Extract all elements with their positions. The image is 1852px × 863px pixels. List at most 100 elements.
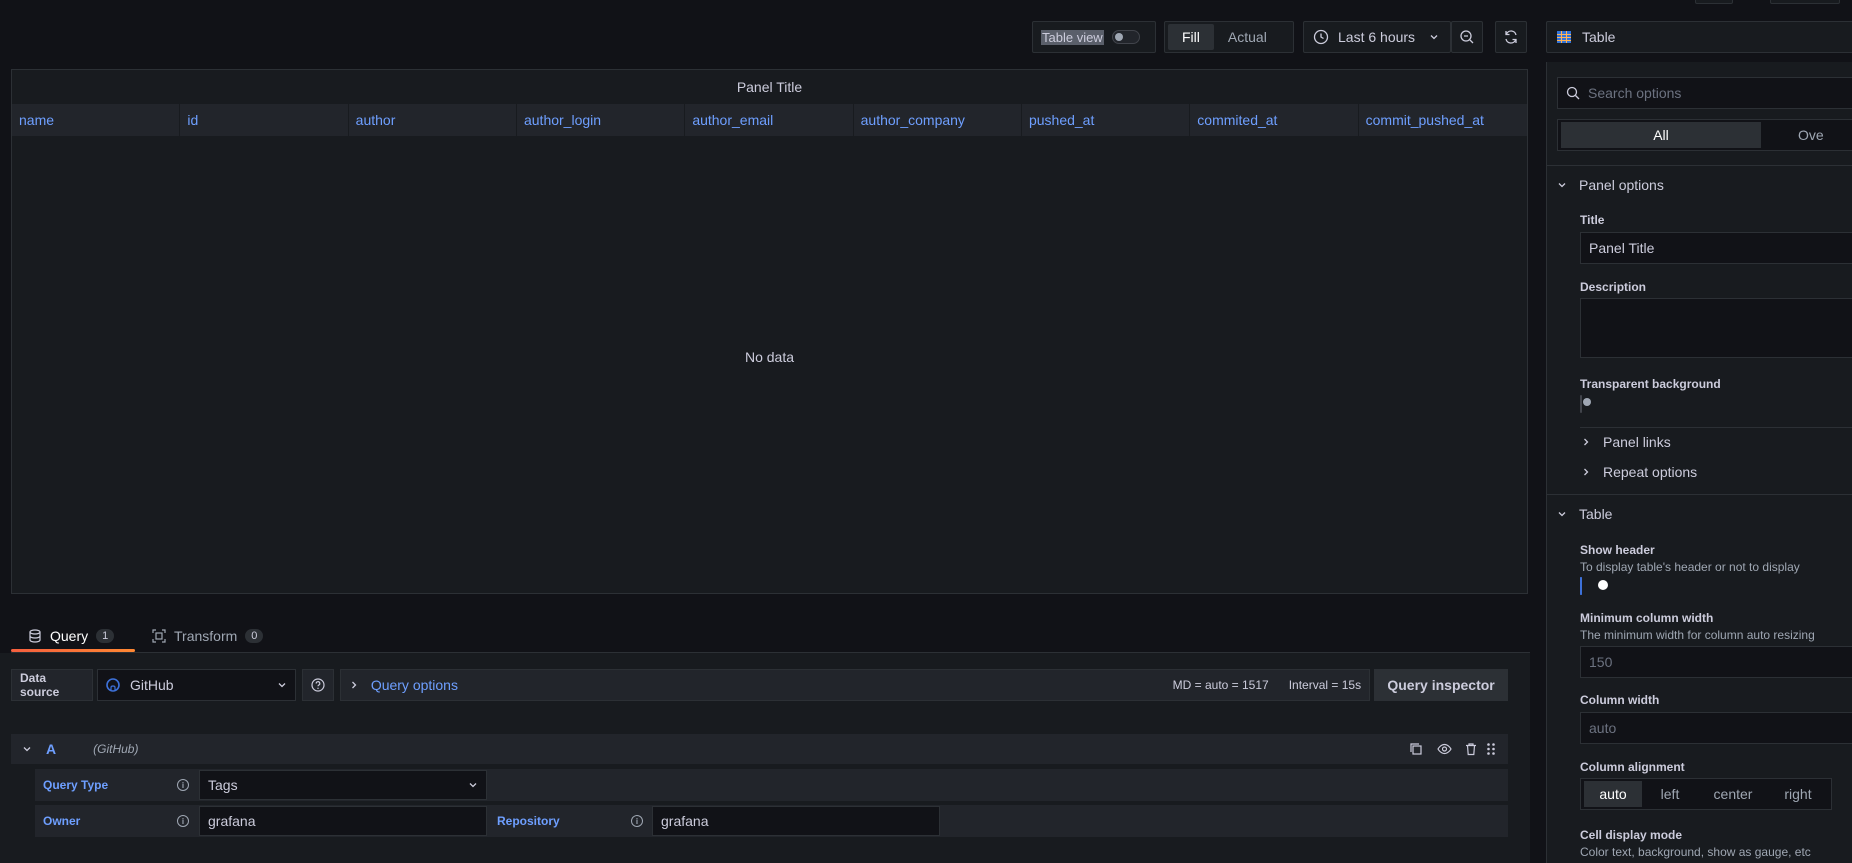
repository-value: grafana [661, 813, 709, 829]
column-header-author[interactable]: author [349, 104, 517, 136]
info-icon: i [631, 815, 643, 827]
data-source-picker[interactable]: GitHub [96, 669, 296, 701]
table-view-label: Table view [1041, 29, 1104, 45]
chevron-right-icon [1584, 438, 1589, 446]
title-value: Panel Title [1589, 240, 1655, 256]
table-viz-icon [1557, 31, 1571, 43]
column-header-pushed-at[interactable]: pushed_at [1022, 104, 1191, 136]
time-range-picker[interactable]: Last 6 hours [1303, 21, 1451, 53]
chevron-down-icon [469, 783, 477, 788]
owner-label: Owner [43, 814, 81, 828]
column-width-placeholder: auto [1589, 720, 1617, 736]
database-icon [29, 629, 41, 643]
min-column-width-description: The minimum width for column auto resizi… [1580, 628, 1815, 642]
data-source-value: GitHub [129, 677, 174, 693]
delete-query-icon[interactable] [1464, 742, 1478, 756]
collapse-chevron-icon[interactable] [22, 744, 32, 754]
align-option-right[interactable]: right [1768, 786, 1828, 802]
query-type-label: Query Type [43, 778, 109, 792]
transparent-background-toggle[interactable] [1580, 395, 1591, 413]
top-partial-button-2[interactable] [1770, 0, 1840, 4]
hide-query-eye-icon[interactable] [1437, 742, 1452, 756]
tab-query[interactable]: Query 1 [11, 622, 135, 650]
refresh-button[interactable] [1495, 21, 1527, 53]
column-header-author-email[interactable]: author_email [685, 104, 854, 136]
zoom-out-icon [1460, 30, 1474, 44]
section-divider [1547, 494, 1852, 495]
chevron-down-icon [278, 683, 286, 688]
duplicate-query-icon[interactable] [1409, 742, 1423, 756]
panel-links-header[interactable]: Panel links [1581, 429, 1671, 455]
no-data-message: No data [744, 349, 795, 365]
repository-input[interactable]: grafana [652, 806, 940, 836]
actual-button[interactable]: Actual [1214, 24, 1281, 50]
column-header-commited-at[interactable]: commited_at [1190, 104, 1359, 136]
info-icon: i [177, 779, 189, 791]
title-input[interactable]: Panel Title [1580, 232, 1852, 264]
table-view-toggle[interactable] [1111, 30, 1140, 44]
tab-overrides[interactable]: Ove [1798, 127, 1824, 143]
chevron-down-icon [1558, 512, 1566, 517]
cell-display-mode-label: Cell display mode [1580, 828, 1683, 842]
section-divider [1547, 165, 1852, 166]
query-ref-id[interactable]: A [46, 741, 56, 757]
chevron-right-icon [1584, 468, 1589, 476]
tab-transform[interactable]: Transform 0 [152, 622, 264, 650]
column-header-author-login[interactable]: author_login [517, 104, 686, 136]
search-options-input[interactable]: Search options [1557, 77, 1852, 109]
panel-links-label: Panel links [1603, 434, 1671, 450]
md-info: MD = auto = 1517 [1172, 678, 1269, 692]
query-inspector-button[interactable]: Query inspector [1374, 669, 1509, 701]
query-type-select[interactable]: Tags [199, 770, 487, 800]
refresh-icon [1505, 30, 1517, 44]
options-pane: Search options All Ove Panel options Tit… [1546, 62, 1852, 863]
panel-options-header[interactable]: Panel options [1557, 172, 1664, 198]
title-label: Title [1580, 213, 1605, 227]
column-width-input[interactable]: auto [1580, 712, 1852, 744]
table-options-header[interactable]: Table [1557, 501, 1612, 527]
query-type-label-box: Query Type i [35, 769, 197, 801]
table-view-toggle-group[interactable]: Table view [1032, 21, 1156, 53]
query-options-bar[interactable]: Query options MD = auto = 1517 Interval … [339, 669, 1371, 701]
panel-options-label: Panel options [1579, 177, 1664, 193]
query-inspector-label: Query inspector [1387, 677, 1495, 693]
align-option-auto[interactable]: auto [1584, 781, 1642, 807]
repeat-options-header[interactable]: Repeat options [1581, 459, 1697, 485]
column-header-author-company[interactable]: author_company [854, 104, 1022, 136]
repository-label: Repository [497, 814, 560, 828]
column-header-id[interactable]: id [180, 104, 349, 136]
search-icon [1566, 86, 1580, 100]
clock-icon [1313, 29, 1329, 45]
data-source-help-button[interactable] [301, 669, 334, 701]
align-option-left[interactable]: left [1642, 786, 1698, 802]
time-range-label: Last 6 hours [1338, 29, 1416, 45]
column-alignment-label: Column alignment [1580, 760, 1685, 774]
query-type-row: Query Type i Tags [35, 769, 1508, 801]
show-header-description: To display table's header or not to disp… [1580, 560, 1800, 574]
top-partial-button-1[interactable] [1695, 0, 1733, 4]
tab-query-label: Query [50, 628, 89, 644]
visualization-picker[interactable]: Table [1546, 21, 1852, 53]
description-textarea[interactable] [1580, 298, 1852, 358]
fill-button[interactable]: Fill [1168, 24, 1214, 50]
github-icon [106, 678, 120, 692]
transform-count-badge: 0 [245, 629, 264, 643]
owner-value: grafana [208, 813, 256, 829]
interval-info: Interval = 15s [1288, 678, 1362, 692]
column-header-commit-pushed-at[interactable]: commit_pushed_at [1359, 104, 1527, 136]
column-header-name[interactable]: name [12, 104, 181, 136]
fill-actual-group: Fill Actual [1164, 21, 1294, 53]
table-options-label: Table [1579, 506, 1613, 522]
data-source-label: Data source [11, 669, 93, 701]
drag-handle-icon[interactable] [1486, 742, 1496, 756]
show-header-toggle[interactable] [1580, 577, 1608, 595]
min-column-width-placeholder: 150 [1589, 654, 1613, 670]
owner-input[interactable]: grafana [199, 806, 487, 836]
align-option-center[interactable]: center [1698, 786, 1768, 802]
column-alignment-radio-group: auto left center right [1580, 778, 1832, 810]
tab-all[interactable]: All [1561, 122, 1761, 148]
min-column-width-input[interactable]: 150 [1580, 646, 1852, 678]
table-header: name id author author_login author_email… [12, 104, 1527, 136]
zoom-out-button[interactable] [1451, 21, 1483, 53]
tab-transform-label: Transform [174, 628, 238, 644]
